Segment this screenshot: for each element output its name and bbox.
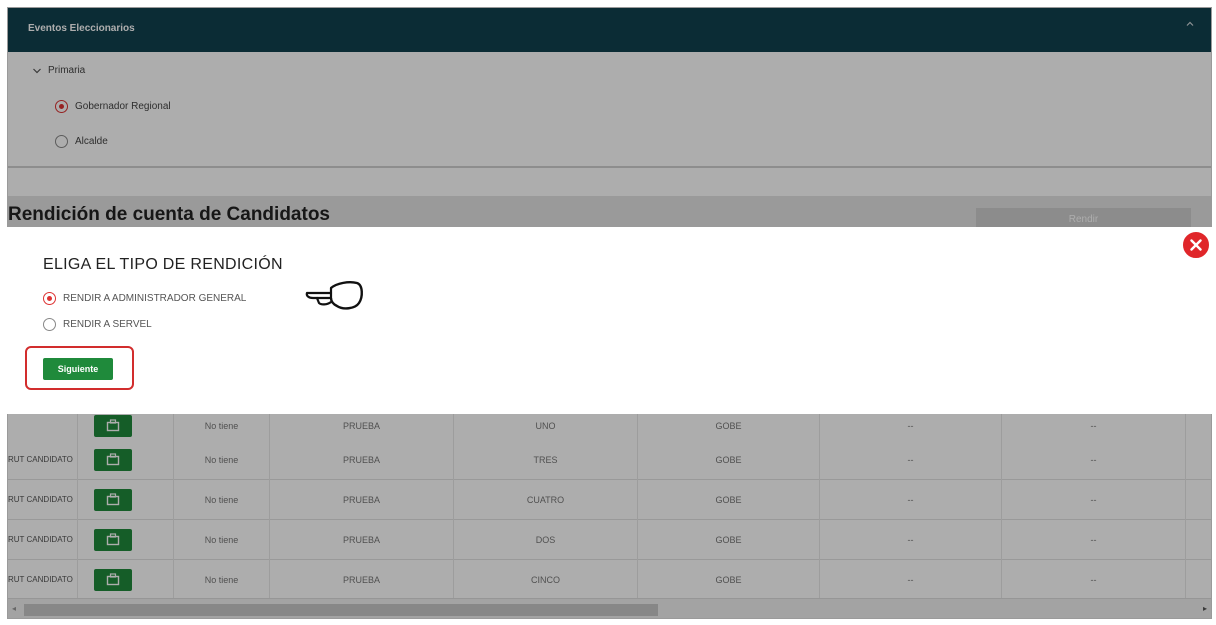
highlight-frame: Siguiente: [25, 346, 134, 390]
option-label: RENDIR A SERVEL: [63, 319, 152, 330]
modal-close-button[interactable]: [1181, 230, 1211, 260]
next-button[interactable]: Siguiente: [43, 358, 113, 380]
radio-selected[interactable]: [43, 292, 56, 305]
screenshot-stage: Eventos Eleccionarios Primaria Gobernado…: [0, 0, 1216, 625]
option-label: RENDIR A ADMINISTRADOR GENERAL: [63, 293, 247, 304]
rendicion-type-modal: ELIGA EL TIPO DE RENDICIÓN RENDIR A ADMI…: [7, 227, 1213, 414]
close-icon: [1190, 239, 1202, 251]
radio-unselected[interactable]: [43, 318, 56, 331]
pointing-hand-icon: [305, 281, 363, 310]
modal-title: ELIGA EL TIPO DE RENDICIÓN: [43, 256, 283, 273]
